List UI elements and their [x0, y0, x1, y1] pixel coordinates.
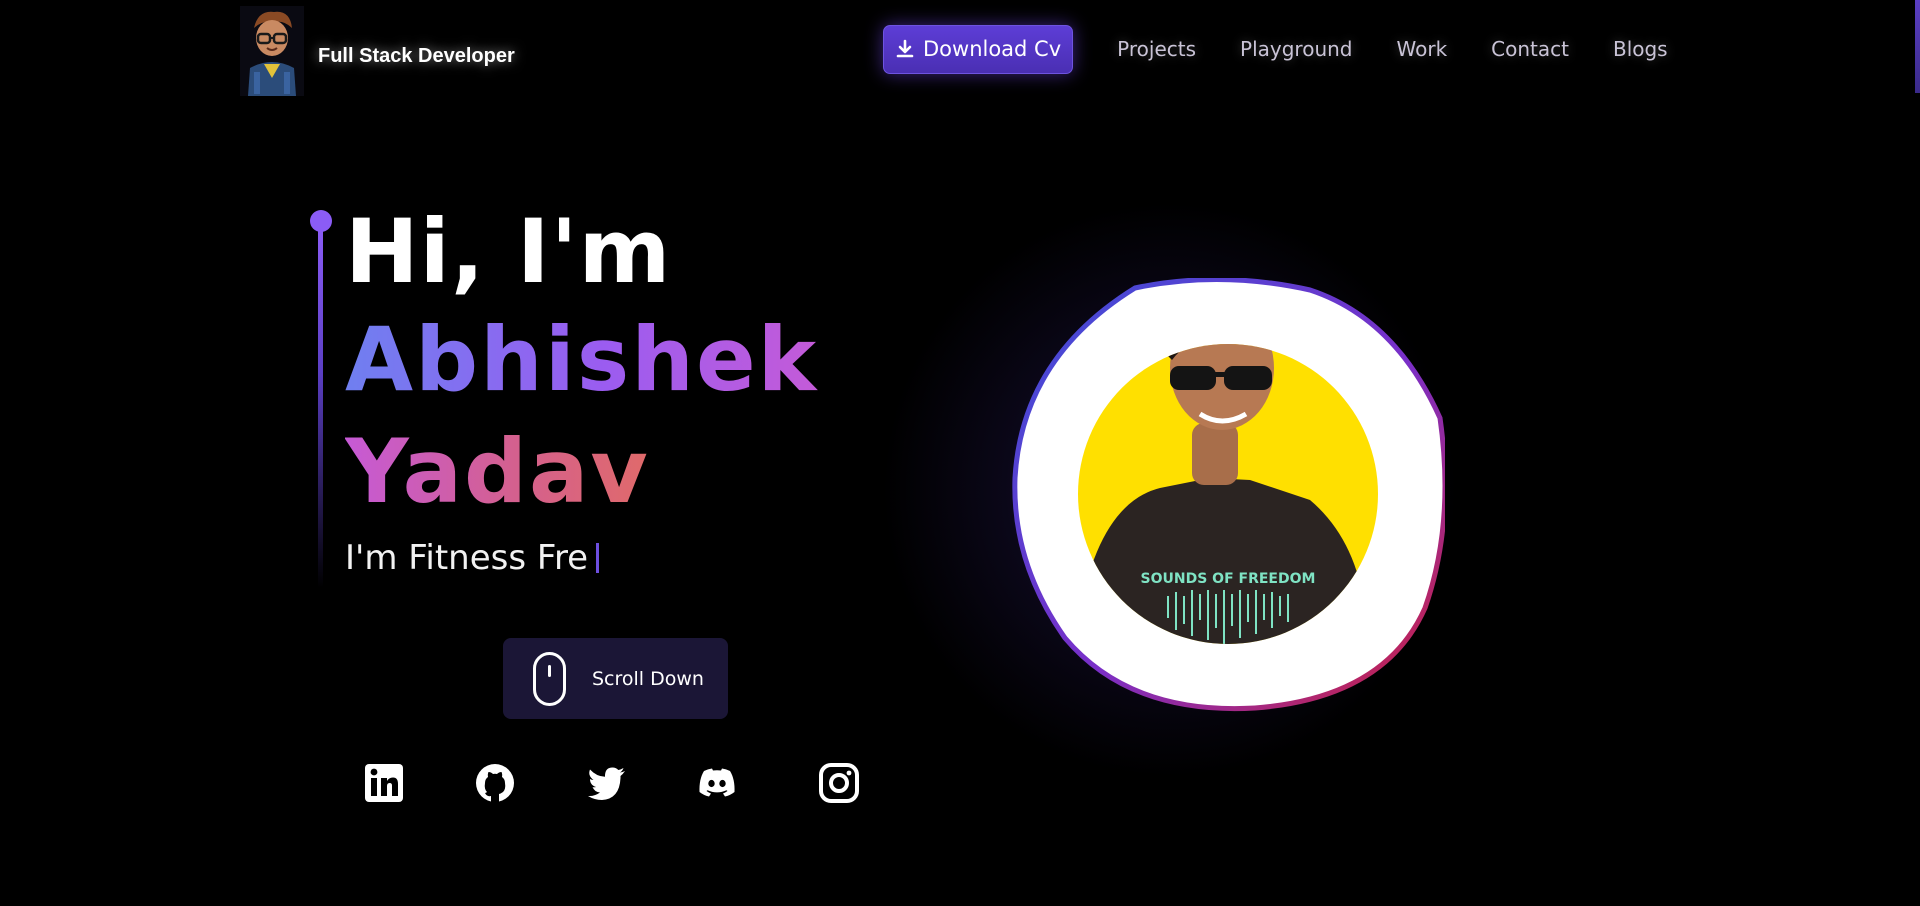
typewriter-text: I'm Fitness Fre — [345, 538, 589, 578]
scroll-down-label: Scroll Down — [592, 667, 704, 690]
nav-link-playground[interactable]: Playground — [1240, 37, 1352, 61]
hero-first-name: Abhishek — [345, 304, 818, 416]
github-icon[interactable] — [474, 762, 516, 804]
mouse-icon — [533, 651, 566, 706]
download-icon — [896, 39, 914, 58]
navbar: Full Stack Developer Download Cv Project… — [0, 0, 1920, 100]
nav-link-work[interactable]: Work — [1397, 37, 1448, 61]
nav-link-projects[interactable]: Projects — [1117, 37, 1196, 61]
twitter-icon[interactable] — [585, 762, 627, 804]
hero-greeting: Hi, I'm — [345, 200, 672, 303]
download-cv-label: Download Cv — [923, 37, 1062, 61]
brand[interactable]: Full Stack Developer — [240, 6, 515, 96]
typing-caret — [596, 543, 600, 573]
portfolio-page: Full Stack Developer Download Cv Project… — [0, 0, 1920, 906]
typewriter-line: I'm Fitness Fre — [345, 538, 818, 578]
hero-last-name: Yadav — [345, 416, 650, 528]
brand-title: Full Stack Developer — [318, 44, 515, 67]
developer-avatar — [240, 6, 304, 96]
scroll-down-button[interactable]: Scroll Down — [503, 638, 728, 719]
download-cv-button[interactable]: Download Cv — [883, 24, 1074, 74]
hero-intro: Hi, I'm Abhishek Yadav I'm Fitness Fre — [345, 200, 818, 578]
nav-link-blogs[interactable]: Blogs — [1613, 37, 1668, 61]
linkedin-icon[interactable] — [363, 762, 405, 804]
nav-link-contact[interactable]: Contact — [1491, 37, 1569, 61]
svg-text:SOUNDS OF FREEDOM: SOUNDS OF FREEDOM — [1141, 571, 1316, 587]
nav-links: Download Cv Projects Playground Work Con… — [883, 24, 1668, 74]
instagram-icon[interactable] — [818, 762, 860, 804]
timeline-line — [318, 228, 323, 588]
profile-portrait: SOUNDS OF FREEDOM — [1012, 278, 1445, 712]
hero-timeline-decoration — [310, 210, 332, 590]
discord-icon[interactable] — [696, 762, 738, 804]
